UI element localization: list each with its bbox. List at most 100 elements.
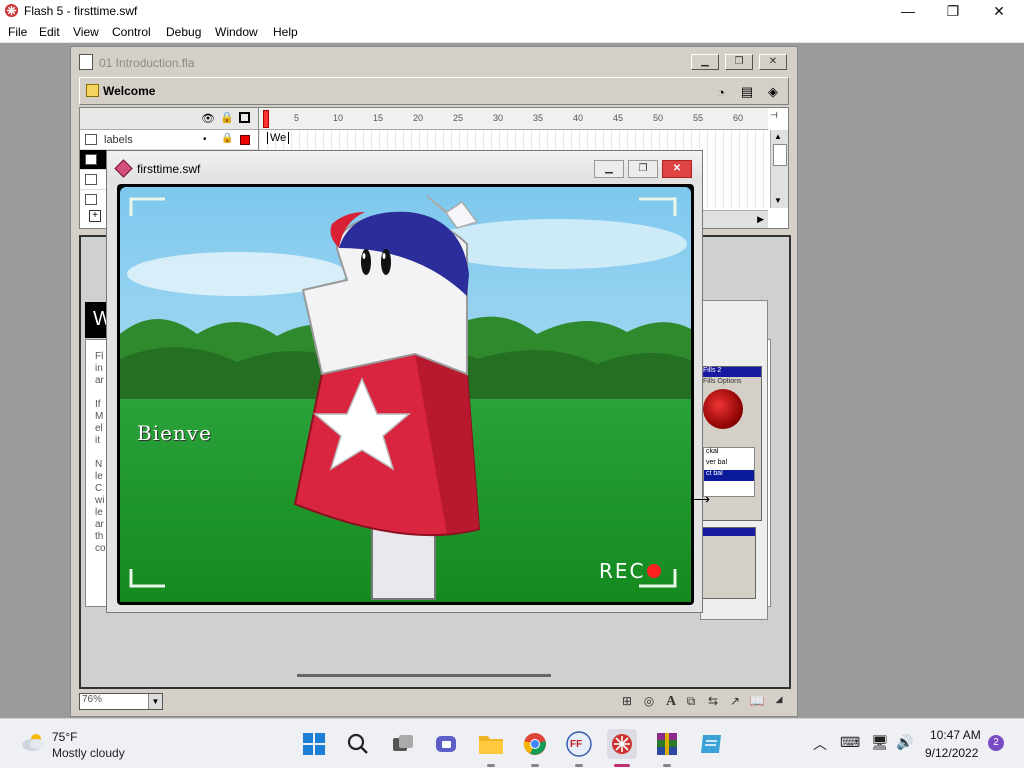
resize-cursor-icon: ⟷ bbox=[690, 491, 711, 507]
panel-titlebar: Fills 2 bbox=[701, 367, 761, 377]
ruler-label: 25 bbox=[453, 113, 464, 123]
list-item[interactable]: ckal bbox=[704, 448, 754, 459]
fla-close-button[interactable]: ✕ bbox=[759, 54, 787, 70]
swf-close-button[interactable]: ✕ bbox=[662, 160, 692, 178]
cloud-sun-icon[interactable] bbox=[20, 732, 46, 752]
fill-list[interactable]: ckal ver bal ct bal bbox=[703, 447, 755, 497]
timeline-vertical-scrollbar[interactable]: ▲ ▼ bbox=[770, 130, 788, 208]
outline-icon[interactable] bbox=[239, 112, 250, 123]
windows-start-icon[interactable] bbox=[299, 729, 329, 759]
timeline-ruler[interactable]: 5 10 15 20 25 30 35 40 45 50 55 60 bbox=[258, 108, 768, 130]
ruler-label: 30 bbox=[493, 113, 504, 123]
stage-text: le bbox=[95, 507, 103, 518]
stage-text: in bbox=[95, 363, 103, 374]
notification-badge[interactable]: 2 bbox=[988, 735, 1004, 751]
chrome-icon[interactable] bbox=[520, 729, 550, 759]
network-icon[interactable]: 🖥 bbox=[871, 734, 889, 751]
notepad-icon[interactable] bbox=[696, 729, 726, 759]
swf-movie-canvas[interactable]: Bienve REC bbox=[117, 184, 694, 605]
menu-control[interactable]: Control bbox=[112, 25, 151, 39]
scroll-right-icon[interactable]: ▶ bbox=[757, 214, 764, 225]
library-icon[interactable]: ◈ bbox=[762, 82, 784, 102]
info-icon[interactable]: ◎ bbox=[639, 694, 659, 710]
swf-titlebar: firsttime.swf ▁ ❐ ✕ bbox=[107, 151, 702, 183]
chevron-up-icon[interactable]: ︿ bbox=[813, 734, 827, 754]
scene-bar: Welcome ◔ ▤ ◈ bbox=[79, 77, 789, 105]
menu-window[interactable]: Window bbox=[215, 25, 258, 39]
clock-date[interactable]: 9/12/2022 bbox=[925, 746, 978, 760]
fla-minimize-button[interactable]: ▁ bbox=[691, 54, 719, 70]
minimize-button[interactable]: — bbox=[885, 0, 931, 22]
swf-minimize-button[interactable]: ▁ bbox=[594, 160, 624, 178]
add-layer-icon[interactable]: + bbox=[89, 210, 101, 222]
swf-icon bbox=[114, 159, 133, 178]
visibility-dot[interactable]: • bbox=[203, 134, 207, 145]
menu-help[interactable]: Help bbox=[273, 25, 298, 39]
ffdec-icon[interactable]: FF bbox=[564, 729, 594, 759]
scroll-down-icon[interactable]: ▼ bbox=[774, 196, 782, 205]
svg-text:FF: FF bbox=[570, 739, 582, 750]
character-icon[interactable]: A bbox=[661, 694, 681, 710]
scroll-up-icon[interactable]: ▲ bbox=[774, 132, 782, 141]
stage-horizontal-scrollbar[interactable] bbox=[297, 674, 551, 677]
maximize-button[interactable]: ❐ bbox=[930, 0, 976, 22]
stage-text: ar bbox=[95, 375, 104, 386]
timeline-menu-icon[interactable]: ⊣ bbox=[770, 110, 778, 121]
align-icon[interactable]: ⊞ bbox=[617, 694, 637, 710]
rec-label: REC bbox=[599, 559, 646, 583]
lower-panel bbox=[700, 527, 756, 599]
volume-icon[interactable]: 🔊 bbox=[896, 734, 913, 751]
close-button[interactable]: ✕ bbox=[976, 0, 1022, 22]
eye-icon[interactable]: 👁 bbox=[201, 112, 215, 125]
list-item[interactable]: ver bal bbox=[704, 459, 754, 470]
layer-row-labels[interactable]: labels • 🔒 bbox=[80, 130, 258, 150]
instance-icon[interactable]: ⧉ bbox=[681, 694, 701, 710]
active-indicator bbox=[614, 764, 630, 767]
stage-text: N bbox=[95, 459, 103, 470]
search-icon[interactable] bbox=[343, 729, 373, 759]
task-view-icon[interactable] bbox=[388, 729, 418, 759]
edit-scene-icon[interactable]: ◔ bbox=[710, 82, 732, 102]
mixer-icon[interactable]: ⇆ bbox=[703, 694, 723, 710]
flash-taskbar-icon[interactable] bbox=[607, 729, 637, 759]
welcome-text: Bienve bbox=[137, 421, 212, 445]
keyboard-icon[interactable]: ⌨ bbox=[840, 734, 860, 751]
lock-icon[interactable]: 🔒 bbox=[221, 133, 233, 144]
lock-icon[interactable]: 🔒 bbox=[220, 111, 234, 124]
ruler-label: 20 bbox=[413, 113, 424, 123]
menu-edit[interactable]: Edit bbox=[39, 25, 60, 39]
stage-text: it bbox=[95, 435, 100, 446]
panel-tabs[interactable]: Fills Options bbox=[703, 378, 761, 388]
menu-file[interactable]: File bbox=[8, 25, 27, 39]
playhead[interactable] bbox=[263, 110, 269, 128]
edit-symbols-icon[interactable]: ▤ bbox=[736, 82, 758, 102]
layer-icon bbox=[85, 194, 97, 205]
chevron-down-icon[interactable]: ▼ bbox=[148, 694, 162, 709]
stage-text: le bbox=[95, 471, 103, 482]
file-explorer-icon[interactable] bbox=[476, 729, 506, 759]
actions-icon[interactable]: ↗ bbox=[725, 694, 745, 710]
fill-preview-ball bbox=[703, 389, 743, 429]
movie-explorer-icon[interactable]: 📖 bbox=[747, 694, 767, 710]
winrar-icon[interactable] bbox=[652, 729, 682, 759]
fla-maximize-button[interactable]: ❐ bbox=[725, 54, 753, 70]
running-indicator bbox=[487, 764, 495, 767]
resize-grip-icon[interactable]: ◢ bbox=[769, 694, 789, 710]
layer-icon bbox=[85, 174, 97, 185]
list-item-selected[interactable]: ct bal bbox=[704, 470, 754, 481]
menu-view[interactable]: View bbox=[73, 25, 99, 39]
scroll-thumb[interactable] bbox=[773, 144, 787, 166]
timeline-header: 👁 🔒 bbox=[80, 108, 258, 130]
flash-app-icon bbox=[4, 3, 19, 18]
weather-temperature[interactable]: 75°F bbox=[52, 730, 77, 744]
clock-time[interactable]: 10:47 AM bbox=[930, 728, 981, 742]
weather-description[interactable]: Mostly cloudy bbox=[52, 746, 125, 760]
swf-maximize-button[interactable]: ❐ bbox=[628, 160, 658, 178]
teams-chat-icon[interactable] bbox=[431, 729, 461, 759]
menu-debug[interactable]: Debug bbox=[166, 25, 201, 39]
fla-titlebar: 01 Introduction.fla ▁ ❐ ✕ bbox=[73, 49, 795, 75]
layer-color-box[interactable] bbox=[240, 135, 250, 145]
stage-text: If bbox=[95, 399, 101, 410]
zoom-select[interactable]: 76% ▼ bbox=[79, 693, 163, 710]
stage-text: C bbox=[95, 483, 103, 494]
